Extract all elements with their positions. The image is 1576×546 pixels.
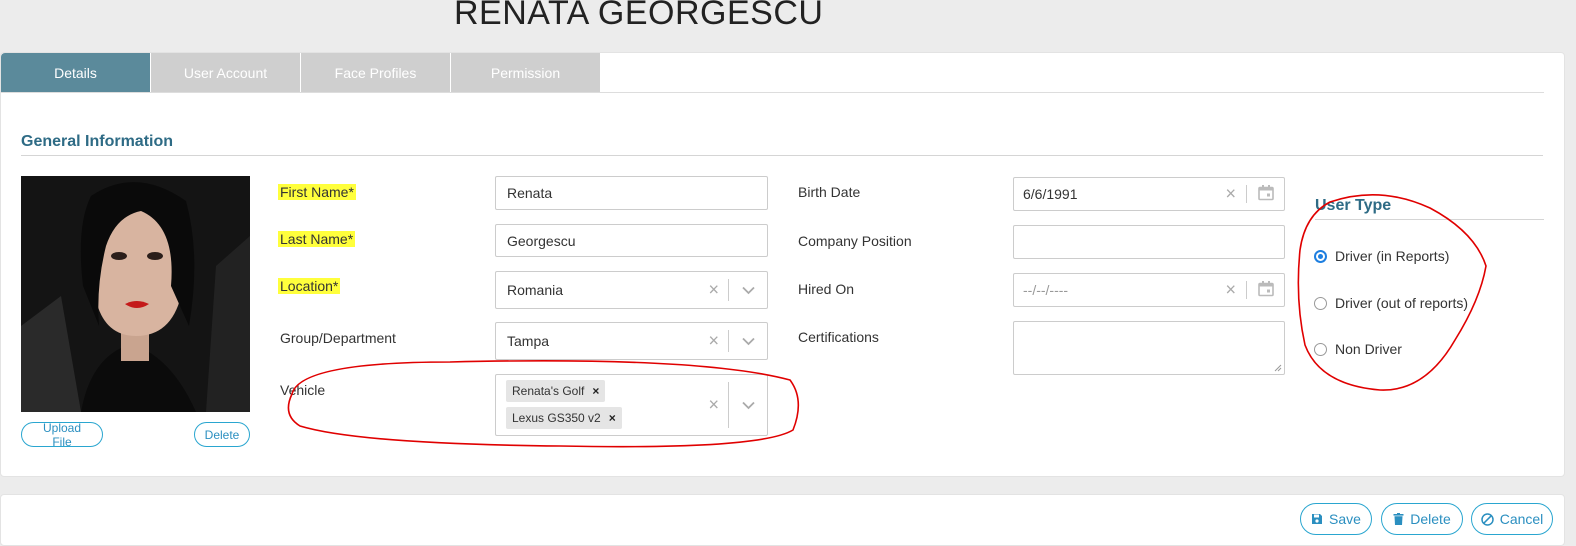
hired-on-label: Hired On [798,281,855,297]
delete-button[interactable]: Delete [1381,503,1463,535]
radio-unchecked-icon[interactable] [1314,342,1327,356]
clear-icon[interactable]: × [708,395,719,416]
calendar-icon[interactable] [1258,281,1274,300]
remove-chip-icon[interactable]: × [592,384,599,398]
clear-icon[interactable]: × [708,331,719,352]
vehicle-chip: Renata's Golf × [506,380,606,402]
certifications-textarea[interactable] [1013,321,1285,375]
tab-permission[interactable]: Permission [451,53,600,93]
cancel-button[interactable]: Cancel [1471,503,1553,535]
user-type-title: User Type [1315,197,1392,214]
chevron-down-icon[interactable] [742,283,755,298]
section-title: General Information [21,133,174,150]
section-divider [21,155,1543,156]
birth-date-label: Birth Date [798,184,861,200]
cancel-icon [1480,512,1494,526]
radio-checked-icon[interactable] [1314,249,1327,263]
user-type-divider [1315,219,1544,220]
remove-chip-icon[interactable]: × [609,411,616,425]
resize-handle-icon[interactable] [1274,364,1282,372]
birth-date-input[interactable]: 6/6/1991 × [1013,177,1285,211]
last-name-input[interactable]: Georgescu [495,224,768,257]
calendar-icon[interactable] [1258,185,1274,204]
footer-bar: Save Delete Cancel [0,494,1565,546]
upload-file-button[interactable]: Upload File [21,421,103,449]
company-position-label: Company Position [798,233,912,249]
certifications-label: Certifications [798,329,879,345]
vehicle-label: Vehicle [280,382,326,398]
tab-face-profiles[interactable]: Face Profiles [301,53,450,93]
floppy-disk-icon [1312,514,1323,524]
chevron-down-icon[interactable] [742,334,755,349]
vehicle-chip: Lexus GS350 v2 × [506,407,622,429]
vehicle-multiselect[interactable]: Renata's Golf × Lexus GS350 v2 × × [495,374,768,436]
delete-photo-button[interactable]: Delete [194,422,250,447]
group-department-label: Group/Department [280,330,396,346]
tab-user-account[interactable]: User Account [151,53,300,93]
page-title: RENATA GEORGESCU [454,0,824,32]
tab-bar: Details User Account Face Profiles Permi… [1,53,601,93]
first-name-label: First Name* [278,184,356,200]
first-name-input[interactable]: Renata [495,176,768,210]
tab-details[interactable]: Details [1,53,150,93]
profile-photo-image [21,176,250,412]
trash-icon [1393,513,1404,525]
clear-icon[interactable]: × [1225,280,1236,301]
company-position-input[interactable] [1013,225,1285,259]
radio-driver-out-of-reports[interactable]: Driver (out of reports) [1314,295,1468,311]
tabs-divider [1,92,1544,93]
hired-on-input[interactable]: --/--/---- × [1013,273,1285,307]
location-select[interactable]: Romania × [495,271,768,309]
details-card: Details User Account Face Profiles Permi… [0,52,1565,477]
clear-icon[interactable]: × [1225,184,1236,205]
radio-non-driver[interactable]: Non Driver [1314,341,1402,357]
last-name-label: Last Name* [278,231,356,247]
location-label: Location* [278,278,341,294]
radio-unchecked-icon[interactable] [1314,296,1327,310]
save-button[interactable]: Save [1300,503,1372,535]
clear-icon[interactable]: × [708,280,719,301]
radio-driver-in-reports[interactable]: Driver (in Reports) [1314,248,1449,264]
profile-photo [21,176,250,412]
group-department-select[interactable]: Tampa × [495,322,768,360]
chevron-down-icon[interactable] [742,398,755,413]
